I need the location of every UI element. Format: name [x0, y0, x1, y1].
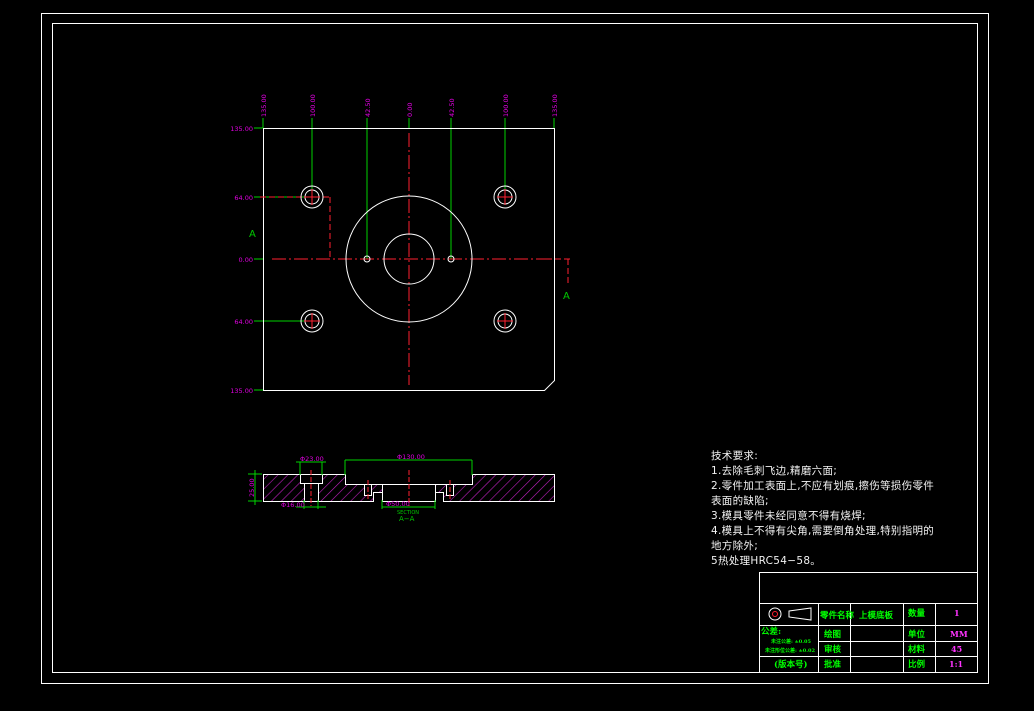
tb-scale-value: 1:1 [949, 659, 963, 669]
y-dim-2: 64.00 [234, 194, 253, 202]
section-name: A−A [399, 515, 415, 523]
x-dim-1: 135.00 [260, 94, 268, 117]
section-view: Φ23.00 Φ130.00 25.00 Φ16.00 Φ50.00 SECTI… [248, 453, 555, 523]
dim-top-small: Φ23.00 [300, 455, 324, 463]
tb-unit-label: 单位 [908, 629, 926, 640]
title-block [759, 572, 978, 673]
tb-version-label: (版本号) [774, 659, 808, 670]
tech-line-6: 地方除外; [711, 540, 759, 552]
tb-material-label: 材料 [907, 644, 926, 655]
tech-requirements-title: 技术要求: [711, 450, 759, 462]
tb-drawn-label: 绘图 [824, 629, 841, 640]
cad-drawing: 135.00 100.00 42.50 0.00 42.50 100.00 13… [41, 13, 989, 684]
tb-part-name-value: 上模底板 [859, 610, 894, 621]
y-dim-3: 0.00 [239, 256, 253, 264]
tb-unit-value: MM [950, 629, 968, 639]
y-dim-1: 135.00 [230, 125, 253, 133]
inner-frame [52, 23, 978, 673]
tech-line-2: 2.零件加工表面上,不应有划痕,擦伤等损伤零件 [711, 480, 935, 492]
tb-approved-label: 批准 [824, 659, 842, 670]
y-dim-4: 64.00 [234, 318, 253, 326]
dim-bottom-center: Φ50.00 [386, 500, 410, 508]
outer-frame [41, 13, 989, 684]
tech-line-1: 1.去除毛刺飞边,精磨六面; [711, 465, 838, 477]
x-dim-5: 42.50 [448, 98, 456, 117]
dim-bottom-left: Φ16.00 [281, 501, 305, 509]
y-dim-5: 135.00 [230, 387, 253, 395]
tb-reviewed-label: 审核 [824, 644, 842, 655]
tb-tolerance-line2: 未注形位公差: ±0.02 [764, 647, 815, 654]
tech-line-3: 表面的缺陷; [711, 495, 769, 507]
tb-quantity-label: 数量 [908, 608, 926, 619]
tech-line-7: 5热处理HRC54−58。 [711, 555, 822, 567]
plan-view: 135.00 100.00 42.50 0.00 42.50 100.00 13… [230, 94, 572, 395]
tb-material-value: 45 [951, 644, 962, 654]
projection-symbol-icon [768, 607, 812, 621]
tech-requirements: 技术要求: 1.去除毛刺飞边,精磨六面; 2.零件加工表面上,不应有划痕,擦伤等… [711, 449, 971, 569]
tech-line-4: 3.模具零件未经同意不得有烧焊; [711, 510, 866, 522]
x-dim-2: 100.00 [309, 94, 317, 117]
tb-tolerance-line1: 未注公差: ±0.05 [770, 638, 811, 645]
section-marker-left: A [249, 229, 256, 240]
x-dim-4: 0.00 [406, 103, 414, 117]
x-dim-3: 42.50 [364, 98, 372, 117]
dim-height: 25.00 [248, 478, 256, 497]
tb-scale-label: 比例 [908, 659, 926, 670]
x-dim-7: 135.00 [551, 94, 559, 117]
section-marker-right: A [563, 291, 570, 302]
tb-part-name-label: 零件名称 [819, 610, 855, 621]
tb-quantity-value: 1 [954, 608, 960, 618]
tech-line-5: 4.模具上不得有尖角,需要倒角处理,特别指明的 [711, 525, 935, 537]
tb-tolerance-label: 公差: [761, 626, 781, 637]
dim-top-large: Φ130.00 [397, 453, 425, 461]
x-dim-6: 100.00 [502, 94, 510, 117]
